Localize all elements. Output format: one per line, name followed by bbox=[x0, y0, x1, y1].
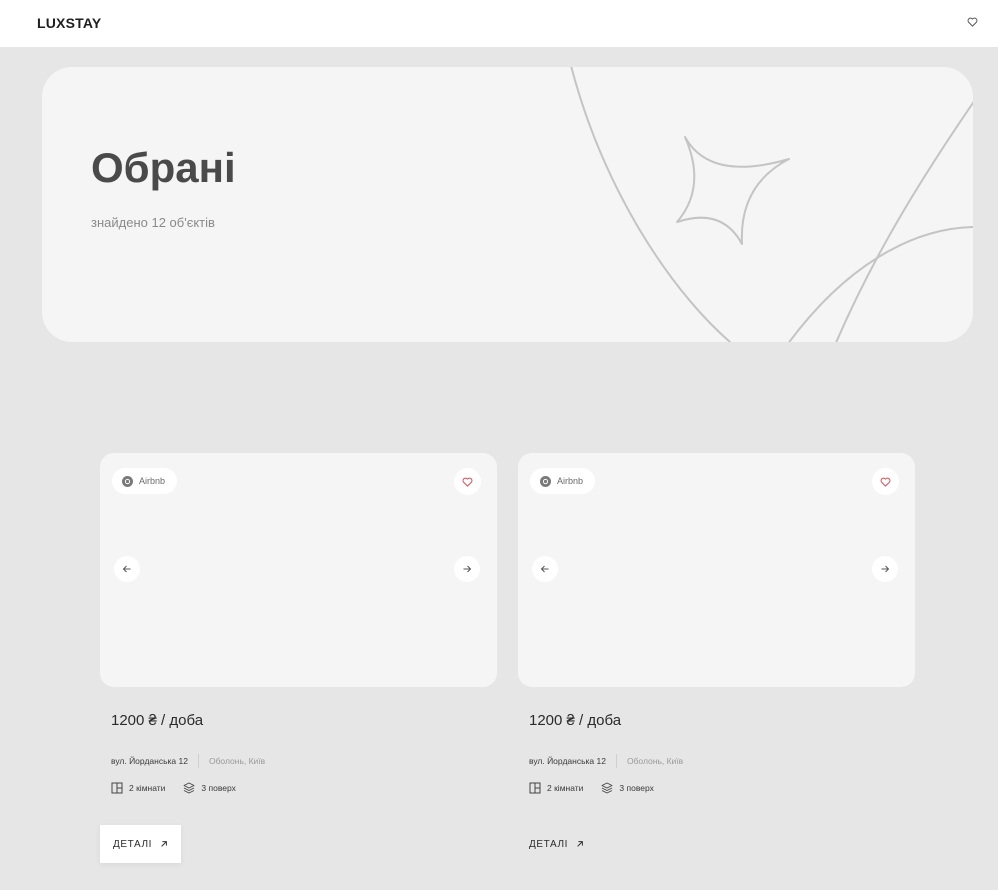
listing-price: 1200 ₴ / доба bbox=[529, 712, 622, 729]
heart-icon bbox=[880, 477, 891, 487]
arrow-left-icon bbox=[540, 565, 549, 573]
source-badge: Airbnb bbox=[530, 468, 596, 494]
floor-feature: 3 поверх bbox=[601, 782, 654, 794]
rooms-feature: 2 кімнати bbox=[111, 782, 165, 794]
details-button[interactable]: ДЕТАЛІ bbox=[100, 825, 182, 863]
floor-label: 3 поверх bbox=[201, 783, 236, 793]
street: вул. Йорданська 12 bbox=[111, 756, 188, 766]
floor-feature: 3 поверх bbox=[183, 782, 236, 794]
rooms-label: 2 кімнати bbox=[547, 783, 584, 793]
source-badge: Airbnb bbox=[112, 468, 178, 494]
arrow-right-icon bbox=[881, 565, 890, 573]
previous-photo-button[interactable] bbox=[114, 556, 140, 582]
district: Оболонь, Київ bbox=[208, 756, 266, 766]
top-bar: LUXSTAY bbox=[0, 0, 998, 47]
source-label: Airbnb bbox=[557, 476, 584, 486]
favorite-button[interactable] bbox=[454, 468, 481, 495]
arrow-left-icon bbox=[122, 565, 131, 573]
arrow-right-icon bbox=[463, 565, 472, 573]
floor-label: 3 поверх bbox=[619, 783, 654, 793]
listing-price: 1200 ₴ / доба bbox=[111, 712, 204, 729]
layers-icon bbox=[601, 782, 613, 794]
page-title: Обрані bbox=[91, 144, 236, 191]
listing-address: вул. Йорданська 12 Оболонь, Київ bbox=[111, 754, 265, 768]
source-label: Airbnb bbox=[139, 476, 166, 486]
listing-features: 2 кімнати 3 поверх bbox=[529, 782, 654, 794]
listing-address: вул. Йорданська 12 Оболонь, Київ bbox=[529, 754, 683, 768]
divider bbox=[197, 754, 199, 768]
arrow-up-right-icon bbox=[161, 841, 167, 847]
arrow-up-right-icon bbox=[577, 841, 583, 847]
favorite-button[interactable] bbox=[872, 468, 899, 495]
divider bbox=[615, 754, 617, 768]
next-photo-button[interactable] bbox=[872, 556, 898, 582]
decorative-sparkle-icon bbox=[570, 67, 973, 342]
rooms-label: 2 кімнати bbox=[129, 783, 166, 793]
hero-banner: Обрані знайдено 12 об'єктів bbox=[42, 67, 973, 342]
listing-features: 2 кімнати 3 поверх bbox=[111, 782, 236, 794]
rooms-feature: 2 кімнати bbox=[529, 782, 583, 794]
heart-outline-icon[interactable] bbox=[964, 14, 980, 30]
floor-plan-icon bbox=[529, 782, 541, 794]
street: вул. Йорданська 12 bbox=[529, 756, 606, 766]
logo[interactable]: LUXSTAY bbox=[37, 15, 101, 31]
district: Оболонь, Київ bbox=[626, 756, 684, 766]
details-button[interactable]: ДЕТАЛІ bbox=[529, 825, 584, 863]
layers-icon bbox=[183, 782, 195, 794]
next-photo-button[interactable] bbox=[454, 556, 480, 582]
previous-photo-button[interactable] bbox=[532, 556, 558, 582]
airbnb-icon bbox=[540, 475, 551, 487]
details-label: ДЕТАЛІ bbox=[113, 838, 153, 850]
floor-plan-icon bbox=[111, 782, 123, 794]
details-label: ДЕТАЛІ bbox=[529, 838, 569, 850]
listing-image-carousel[interactable]: Airbnb bbox=[100, 453, 497, 687]
heart-icon bbox=[462, 477, 473, 487]
results-count: знайдено 12 об'єктів bbox=[91, 215, 215, 230]
listing-image-carousel[interactable]: Airbnb bbox=[518, 453, 915, 687]
airbnb-icon bbox=[122, 475, 133, 487]
